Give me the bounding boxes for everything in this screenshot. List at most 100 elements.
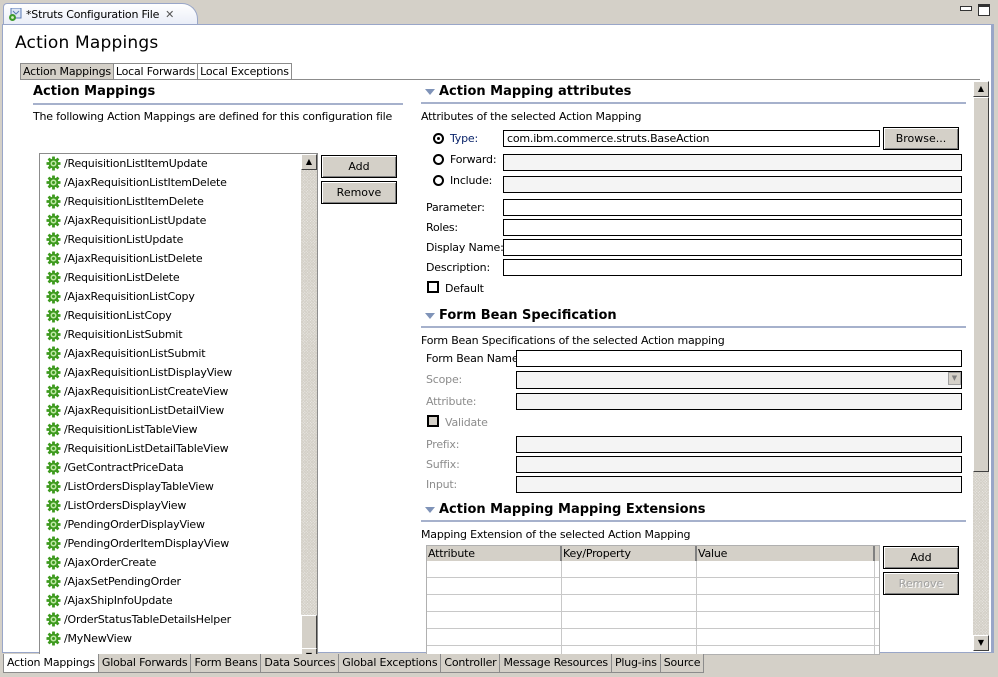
display-name-input[interactable]: [503, 239, 962, 256]
list-item[interactable]: /AjaxShipInfoUpdate: [40, 591, 317, 610]
table-row[interactable]: [427, 578, 879, 595]
list-item[interactable]: /RequisitionListCopy: [40, 306, 317, 325]
scroll-up-button[interactable]: ▲: [973, 81, 989, 97]
gear-icon: [46, 289, 61, 304]
table-row[interactable]: [427, 629, 879, 646]
include-input[interactable]: [503, 176, 962, 193]
list-item[interactable]: /RequisitionListSubmit: [40, 325, 317, 344]
scroll-thumb[interactable]: [301, 615, 317, 649]
tab-global-forwards[interactable]: Global Forwards: [98, 654, 192, 673]
editor-scrollbar[interactable]: ▲ ▼: [973, 81, 989, 651]
prefix-input[interactable]: [516, 436, 962, 453]
collapse-twisty-icon[interactable]: [425, 89, 435, 95]
scroll-up-button[interactable]: ▲: [301, 154, 317, 170]
list-item[interactable]: /ListOrdersDisplayTableView: [40, 477, 317, 496]
list-scrollbar[interactable]: ▲ ▼: [301, 154, 317, 664]
editor-tab[interactable]: *Struts Configuration File ✕: [3, 3, 198, 25]
attribute-input[interactable]: [516, 393, 962, 410]
validate-checkbox[interactable]: [427, 415, 439, 427]
type-input[interactable]: com.ibm.commerce.struts.BaseAction: [503, 130, 880, 147]
list-item[interactable]: /AjaxRequisitionListDisplayView: [40, 363, 317, 382]
roles-input[interactable]: [503, 219, 962, 236]
table-row[interactable]: [427, 612, 879, 629]
display-name-label: Display Name:: [426, 241, 504, 254]
tab-local-forwards[interactable]: Local Forwards: [113, 63, 199, 80]
attributes-heading[interactable]: Action Mapping attributes: [421, 83, 966, 101]
form-bean-name-input[interactable]: [516, 350, 962, 367]
extensions-table[interactable]: Attribute Key/Property Value: [426, 545, 880, 655]
add-mapping-button[interactable]: Add: [321, 155, 397, 178]
attribute-label: Attribute:: [426, 395, 477, 408]
list-item[interactable]: /GetContractPriceData: [40, 458, 317, 477]
list-item[interactable]: /AjaxRequisitionListDelete: [40, 249, 317, 268]
minimize-icon[interactable]: [960, 6, 972, 11]
collapse-twisty-icon[interactable]: [425, 507, 435, 513]
include-radio[interactable]: [433, 175, 444, 186]
form-bean-heading[interactable]: Form Bean Specification: [421, 307, 966, 325]
list-item[interactable]: /OrderStatusTableDetailsHelper: [40, 610, 317, 629]
list-item[interactable]: /AjaxRequisitionListUpdate: [40, 211, 317, 230]
maximize-icon[interactable]: [978, 4, 990, 16]
list-item-label: /AjaxRequisitionListDelete: [64, 252, 203, 265]
input-label: Input:: [426, 478, 457, 491]
parameter-input[interactable]: [503, 199, 962, 216]
description-input[interactable]: [503, 259, 962, 276]
list-item-label: /RequisitionListDetailTableView: [64, 442, 229, 455]
forward-input[interactable]: [503, 154, 962, 171]
remove-mapping-button[interactable]: Remove: [321, 181, 397, 204]
list-item[interactable]: /RequisitionListDelete: [40, 268, 317, 287]
list-item[interactable]: /PendingOrderItemDisplayView: [40, 534, 317, 553]
suffix-input[interactable]: [516, 456, 962, 473]
scope-select[interactable]: [516, 371, 962, 389]
extensions-heading[interactable]: Action Mapping Mapping Extensions: [421, 501, 966, 519]
close-icon[interactable]: ✕: [165, 8, 174, 21]
table-row[interactable]: [427, 595, 879, 612]
tab-local-exceptions[interactable]: Local Exceptions: [198, 63, 292, 80]
table-row[interactable]: [427, 561, 879, 578]
list-item[interactable]: /RequisitionListDetailTableView: [40, 439, 317, 458]
column-header-value[interactable]: Value: [697, 546, 875, 561]
tab-action-mappings[interactable]: Action Mappings: [20, 63, 114, 80]
tab-data-sources[interactable]: Data Sources: [261, 654, 340, 673]
list-item[interactable]: /PendingOrderDisplayView: [40, 515, 317, 534]
gear-icon: [46, 422, 61, 437]
tabs-divider: [20, 79, 980, 80]
scroll-down-button[interactable]: ▼: [973, 635, 989, 651]
list-item[interactable]: /AjaxRequisitionListCopy: [40, 287, 317, 306]
scroll-thumb[interactable]: [973, 97, 989, 472]
column-header-attribute[interactable]: Attribute: [427, 546, 562, 561]
remove-extension-button[interactable]: Remove: [883, 572, 959, 595]
tab-controller[interactable]: Controller: [441, 654, 501, 673]
list-item[interactable]: /AjaxRequisitionListCreateView: [40, 382, 317, 401]
tab-message-resources[interactable]: Message Resources: [500, 654, 612, 673]
list-item[interactable]: /RequisitionListUpdate: [40, 230, 317, 249]
input-path-input[interactable]: [516, 476, 962, 493]
tab-global-exceptions[interactable]: Global Exceptions: [339, 654, 442, 673]
browse-button[interactable]: Browse...: [883, 127, 959, 150]
list-item[interactable]: /AjaxRequisitionListDetailView: [40, 401, 317, 420]
action-mappings-list[interactable]: /RequisitionListItemUpdate/AjaxRequisiti…: [39, 153, 318, 665]
list-item-label: /AjaxRequisitionListCreateView: [64, 385, 229, 398]
list-item-label: /RequisitionListTableView: [64, 423, 198, 436]
list-item[interactable]: /AjaxOrderCreate: [40, 553, 317, 572]
tab-plug-ins[interactable]: Plug-ins: [611, 654, 661, 673]
collapse-twisty-icon[interactable]: [425, 313, 435, 319]
list-item[interactable]: /AjaxRequisitionListSubmit: [40, 344, 317, 363]
list-item[interactable]: /AjaxRequisitionListItemDelete: [40, 173, 317, 192]
list-item[interactable]: /AjaxSetPendingOrder: [40, 572, 317, 591]
tab-source[interactable]: Source: [660, 654, 705, 673]
column-header-key-property[interactable]: Key/Property: [562, 546, 697, 561]
list-item[interactable]: /ListOrdersDisplayView: [40, 496, 317, 515]
list-item[interactable]: /RequisitionListItemUpdate: [40, 154, 317, 173]
form-bean-description: Form Bean Specifications of the selected…: [421, 334, 725, 347]
list-item[interactable]: /MyNewView: [40, 629, 317, 648]
list-item[interactable]: /RequisitionListItemDelete: [40, 192, 317, 211]
add-extension-button[interactable]: Add: [883, 546, 959, 569]
list-item[interactable]: /RequisitionListTableView: [40, 420, 317, 439]
tab-form-beans[interactable]: Form Beans: [191, 654, 262, 673]
tab-action-mappings[interactable]: Action Mappings: [3, 654, 99, 673]
default-checkbox[interactable]: [427, 281, 439, 293]
type-radio[interactable]: [433, 133, 444, 144]
forward-radio[interactable]: [433, 154, 444, 165]
form-bean-section: Form Bean Specification Form Bean Specif…: [421, 307, 966, 347]
